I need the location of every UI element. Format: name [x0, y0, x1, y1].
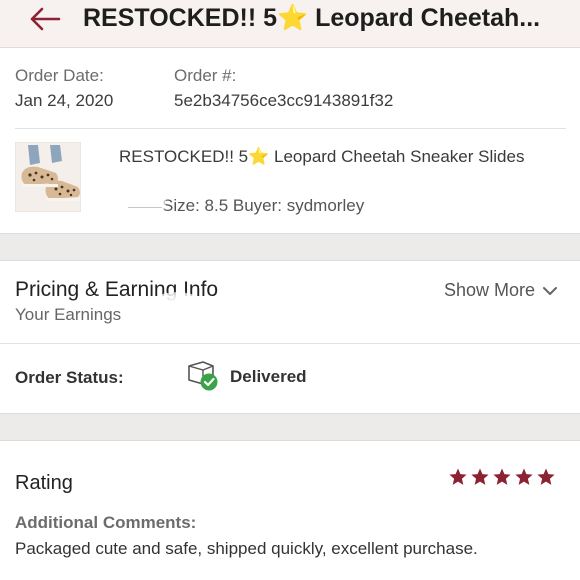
show-more-label: Show More — [443, 280, 535, 300]
star-icon — [471, 468, 489, 485]
item-thumbnail[interactable] — [15, 142, 81, 212]
item-meta: Size: 8.5 Buyer: sydmorley — [162, 196, 365, 215]
order-number-label: Order #: — [174, 66, 237, 85]
star-icon — [515, 468, 533, 485]
order-status-label: Order Status: — [15, 368, 124, 387]
page-title: RESTOCKED!! 5⭐️ Leopard Cheetah... — [83, 4, 541, 32]
star-rating — [448, 467, 556, 487]
redaction-blur — [142, 292, 212, 338]
star-icon — [537, 468, 555, 485]
show-more-button[interactable]: Show More — [444, 280, 557, 301]
back-arrow-icon[interactable] — [28, 6, 62, 32]
header-bar: RESTOCKED!! 5⭐️ Leopard Cheetah... — [0, 0, 580, 48]
star-icon — [449, 468, 467, 485]
item-title[interactable]: RESTOCKED!! 5⭐️ Leopard Cheetah Sneaker … — [119, 144, 559, 169]
leopard-slide-shoe-image — [16, 143, 80, 211]
order-date-value: Jan 24, 2020 — [15, 91, 114, 110]
redaction-blur — [96, 176, 166, 228]
divider — [128, 207, 162, 208]
section-separator — [0, 413, 580, 441]
rating-title: Rating — [15, 472, 73, 494]
delivered-box-check-icon — [188, 361, 218, 391]
chevron-down-icon — [543, 286, 557, 295]
earnings-label: Your Earnings — [15, 305, 122, 324]
star-icon — [493, 468, 511, 485]
order-number-value: 5e2b34756ce3cc9143891f32 — [174, 91, 394, 110]
section-separator — [0, 233, 580, 261]
divider — [15, 128, 566, 129]
divider — [0, 343, 580, 344]
additional-comments-label: Additional Comments: — [15, 513, 197, 532]
additional-comments-text: Packaged cute and safe, shipped quickly,… — [15, 539, 478, 558]
order-date-label: Order Date: — [15, 66, 104, 85]
order-status-value: Delivered — [230, 367, 307, 386]
